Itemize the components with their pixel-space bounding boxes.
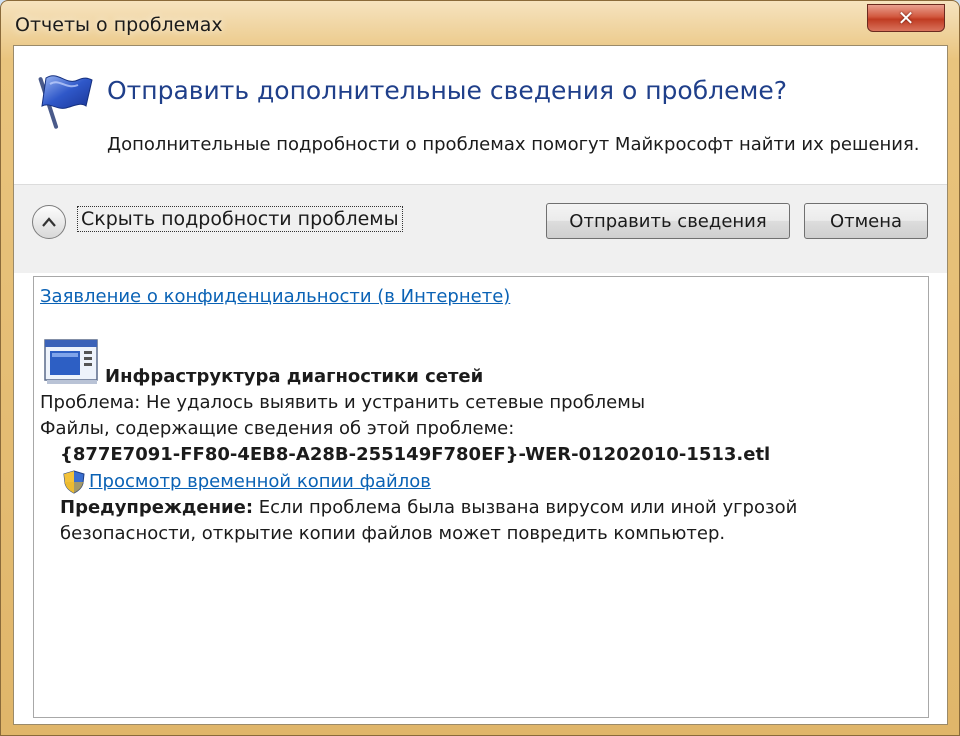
- chevron-up-icon: [42, 217, 56, 227]
- flag-icon: [38, 75, 93, 129]
- cancel-button[interactable]: Отмена: [804, 203, 928, 239]
- close-icon: ✕: [897, 6, 915, 30]
- action-bar: Скрыть подробности проблемы Отправить св…: [14, 184, 947, 273]
- collapse-details-button[interactable]: [32, 205, 66, 239]
- warning-text-continued: безопасности, открытие копии файлов може…: [60, 523, 726, 544]
- warning-message: Если проблема была вызвана вирусом или и…: [253, 497, 798, 518]
- problem-description: Проблема: Не удалось выявить и устранить…: [40, 392, 646, 413]
- files-label: Файлы, содержащие сведения об этой пробл…: [40, 418, 515, 439]
- dialog-client-area: Отправить дополнительные сведения о проб…: [13, 45, 948, 725]
- dialog-header: Отправить дополнительные сведения о проб…: [14, 46, 947, 184]
- send-info-button[interactable]: Отправить сведения: [546, 203, 790, 239]
- shield-icon: [63, 470, 85, 494]
- privacy-statement-link[interactable]: Заявление о конфиденциальности (в Интерн…: [40, 286, 510, 307]
- view-temp-files-link[interactable]: Просмотр временной копии файлов: [89, 471, 431, 492]
- close-button[interactable]: ✕: [867, 4, 945, 32]
- warning-text: Предупреждение: Если проблема была вызва…: [60, 497, 797, 518]
- warning-label: Предупреждение:: [60, 497, 254, 518]
- problem-details-panel: Заявление о конфиденциальности (в Интерн…: [33, 276, 929, 718]
- app-window-icon: [44, 339, 98, 384]
- file-name: {877E7091-FF80-4EB8-A28B-255149F780EF}-W…: [60, 444, 771, 465]
- page-title: Отправить дополнительные сведения о проб…: [107, 76, 788, 105]
- window-title: Отчеты о проблемах: [15, 14, 223, 36]
- dialog-window: Отчеты о проблемах ✕ Отправить дополните…: [0, 0, 960, 736]
- header-description: Дополнительные подробности о проблемах п…: [107, 134, 920, 155]
- hide-details-toggle[interactable]: Скрыть подробности проблемы: [77, 206, 403, 232]
- app-name: Инфраструктура диагностики сетей: [105, 366, 484, 387]
